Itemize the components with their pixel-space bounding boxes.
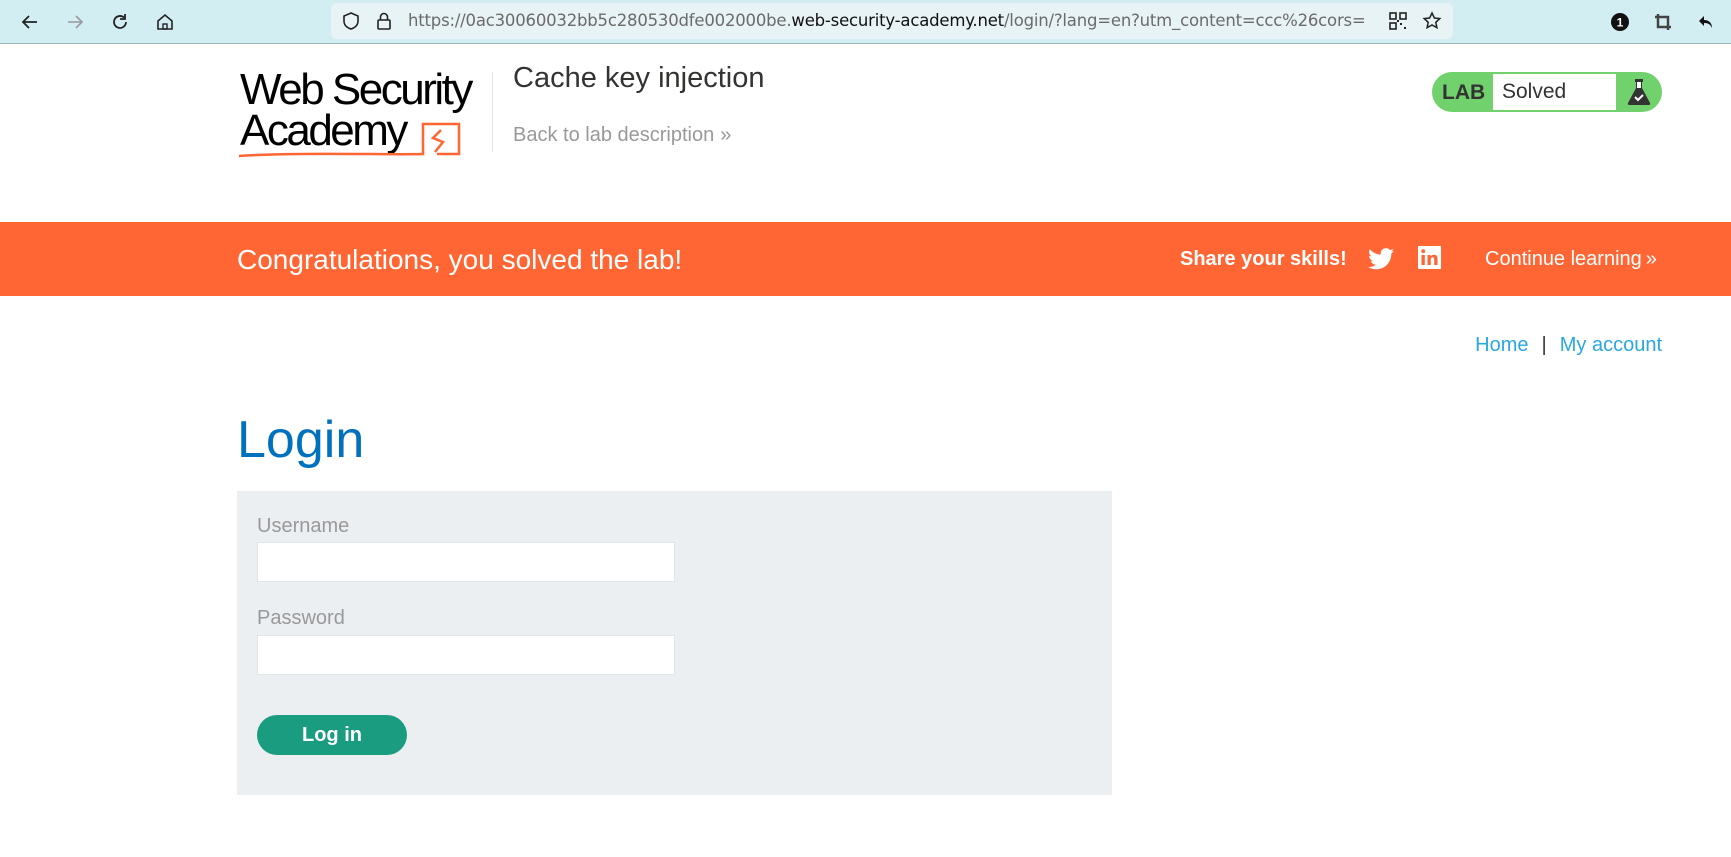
- congratulations-message: Congratulations, you solved the lab!: [237, 244, 683, 275]
- username-input[interactable]: [257, 542, 675, 582]
- web-security-academy-logo[interactable]: Web Security Academy: [237, 68, 489, 160]
- double-chevron-right-icon: »: [1645, 248, 1657, 270]
- linkedin-icon[interactable]: [1418, 246, 1441, 269]
- flask-check-icon: [1627, 79, 1651, 105]
- lab-status-text: Solved: [1493, 74, 1616, 110]
- url-text[interactable]: https://0ac30060032bb5c280530dfe002000be…: [408, 11, 1408, 30]
- continue-learning-label: Continue learning: [1485, 248, 1642, 270]
- lab-label: LAB: [1442, 81, 1486, 104]
- my-account-link[interactable]: My account: [1560, 334, 1662, 356]
- address-bar[interactable]: https://0ac30060032bb5c280530dfe002000be…: [331, 3, 1453, 39]
- lock-icon[interactable]: [374, 11, 394, 31]
- arrow-left-icon: [21, 15, 37, 29]
- share-skills-label: Share your skills!: [1180, 248, 1347, 270]
- nav-separator: |: [1541, 334, 1547, 356]
- arrow-right-icon: [68, 15, 84, 29]
- home-icon: [157, 13, 173, 30]
- username-label: Username: [257, 515, 350, 537]
- reload-icon: [113, 14, 127, 29]
- home-button[interactable]: [150, 7, 180, 37]
- back-link-label: Back to lab description: [513, 124, 715, 146]
- undo-button[interactable]: [1691, 7, 1721, 37]
- back-button[interactable]: [15, 7, 45, 37]
- login-heading: Login: [237, 411, 365, 469]
- crop-button[interactable]: [1648, 7, 1678, 37]
- bookmark-star-icon[interactable]: [1422, 11, 1442, 31]
- url-domain: web-security-academy.net: [791, 11, 1004, 30]
- log-in-button[interactable]: Log in: [257, 715, 407, 755]
- undo-arrow-icon: [1699, 16, 1712, 28]
- top-navigation: Home | My account: [1475, 334, 1662, 357]
- lab-title: Cache key injection: [513, 62, 765, 94]
- notification-count-icon: 1: [1611, 13, 1629, 31]
- extension-badge-button[interactable]: 1: [1605, 7, 1635, 37]
- browser-toolbar: https://0ac30060032bb5c280530dfe002000be…: [0, 0, 1731, 44]
- continue-learning-link[interactable]: Continue learning»: [1485, 248, 1657, 271]
- lab-solved-banner: Congratulations, you solved the lab! Sha…: [0, 222, 1731, 296]
- url-suffix: /login/?lang=en?utm_content=ccc%26cors=: [1003, 11, 1366, 30]
- header-divider: [492, 72, 493, 152]
- svg-text:1: 1: [1617, 16, 1624, 30]
- reload-button[interactable]: [105, 7, 135, 37]
- forward-button[interactable]: [60, 7, 90, 37]
- password-label: Password: [257, 607, 345, 629]
- url-prefix: https://0ac30060032bb5c280530dfe002000be…: [408, 11, 792, 30]
- twitter-icon[interactable]: [1368, 247, 1394, 271]
- login-form: Username Password Log in: [237, 491, 1112, 795]
- home-link[interactable]: Home: [1475, 334, 1528, 356]
- qr-code-icon[interactable]: [1388, 11, 1408, 31]
- crop-icon: [1655, 14, 1671, 30]
- shield-icon[interactable]: [341, 11, 361, 31]
- logo-lightning-mark-icon: [238, 122, 461, 158]
- password-input[interactable]: [257, 635, 675, 675]
- lab-status-badge: LAB Solved: [1432, 72, 1662, 112]
- back-to-lab-description-link[interactable]: Back to lab description»: [513, 124, 731, 147]
- double-chevron-right-icon: »: [720, 124, 732, 146]
